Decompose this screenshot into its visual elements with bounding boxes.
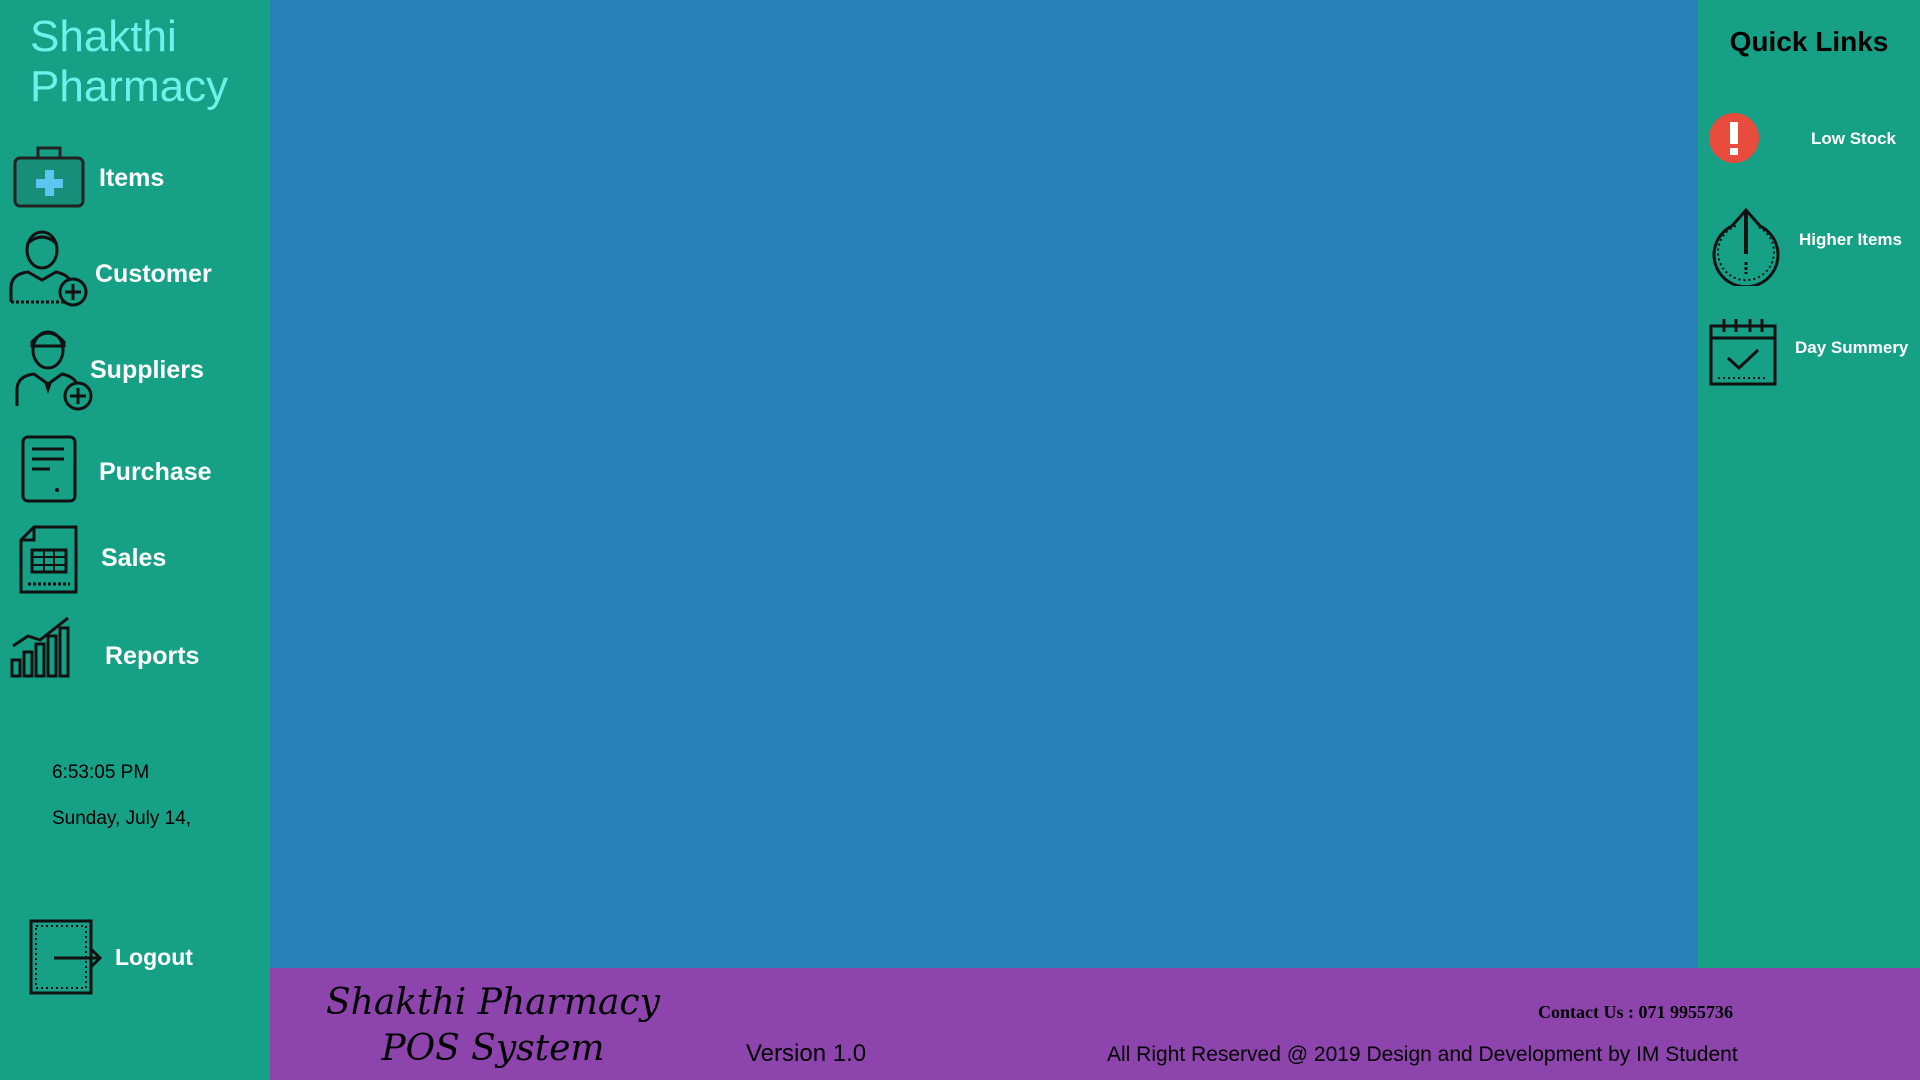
sidebar-item-label: Reports: [105, 642, 200, 670]
sidebar-item-label: Customer: [95, 260, 212, 288]
copyright-text: All Right Reserved @ 2019 Design and Dev…: [1107, 1043, 1738, 1066]
add-customer-icon: [9, 230, 88, 307]
footer-brand: Shakthi Pharmacy POS System: [326, 980, 660, 1072]
sidebar-item-items[interactable]: Items: [0, 140, 270, 212]
footer-brand-line1: Shakthi Pharmacy: [326, 982, 660, 1023]
quick-link-low-stock[interactable]: Low Stock: [1698, 108, 1920, 168]
app-title-line2: Pharmacy: [30, 62, 229, 111]
clock-date: Sunday, July 14,: [52, 808, 192, 829]
quick-link-label: Higher Items: [1799, 230, 1902, 249]
sidebar: Shakthi Pharmacy Items Customer Supplier…: [0, 0, 270, 1080]
purchase-document-icon: [21, 435, 77, 503]
app-title: Shakthi Pharmacy: [30, 12, 228, 112]
medical-kit-icon: [13, 146, 85, 208]
quick-link-day-summery[interactable]: Day Summery: [1698, 314, 1920, 390]
sidebar-item-label: Purchase: [99, 458, 212, 486]
alert-icon: [1709, 113, 1759, 163]
quick-link-higher-items[interactable]: Higher Items: [1698, 204, 1920, 286]
quick-links-panel: Quick Links Low Stock Higher Items Day S…: [1698, 0, 1920, 968]
add-supplier-icon: [15, 330, 93, 411]
sidebar-item-suppliers[interactable]: Suppliers: [0, 322, 270, 414]
logout-label: Logout: [115, 944, 193, 970]
sidebar-item-label: Suppliers: [90, 356, 204, 384]
footer: Shakthi Pharmacy POS System Version 1.0 …: [270, 968, 1920, 1080]
calendar-check-icon: [1709, 319, 1777, 386]
quick-links-title: Quick Links: [1729, 26, 1889, 57]
sales-receipt-icon: [19, 525, 78, 594]
sidebar-item-sales[interactable]: Sales: [0, 524, 270, 596]
up-arrow-circle-icon: [1712, 207, 1780, 286]
contact-info: Contact Us : 071 9955736: [1538, 1002, 1733, 1022]
quick-link-label: Day Summery: [1795, 338, 1909, 357]
sidebar-item-label: Sales: [101, 544, 167, 572]
sidebar-item-reports[interactable]: Reports: [0, 614, 270, 686]
app-title-line1: Shakthi: [30, 12, 177, 61]
bar-chart-icon: [10, 616, 70, 678]
sidebar-item-label: Items: [99, 164, 165, 192]
clock-time: 6:53:05 PM: [52, 762, 150, 783]
version-label: Version 1.0: [746, 1040, 867, 1067]
logout-icon: [29, 919, 103, 995]
sidebar-item-purchase[interactable]: Purchase: [0, 434, 270, 506]
logout-button[interactable]: Logout: [0, 914, 270, 998]
sidebar-item-customer[interactable]: Customer: [0, 226, 270, 307]
main-content-area: [270, 0, 1698, 968]
footer-brand-line2: POS System: [381, 1028, 605, 1069]
quick-link-label: Low Stock: [1811, 129, 1897, 148]
